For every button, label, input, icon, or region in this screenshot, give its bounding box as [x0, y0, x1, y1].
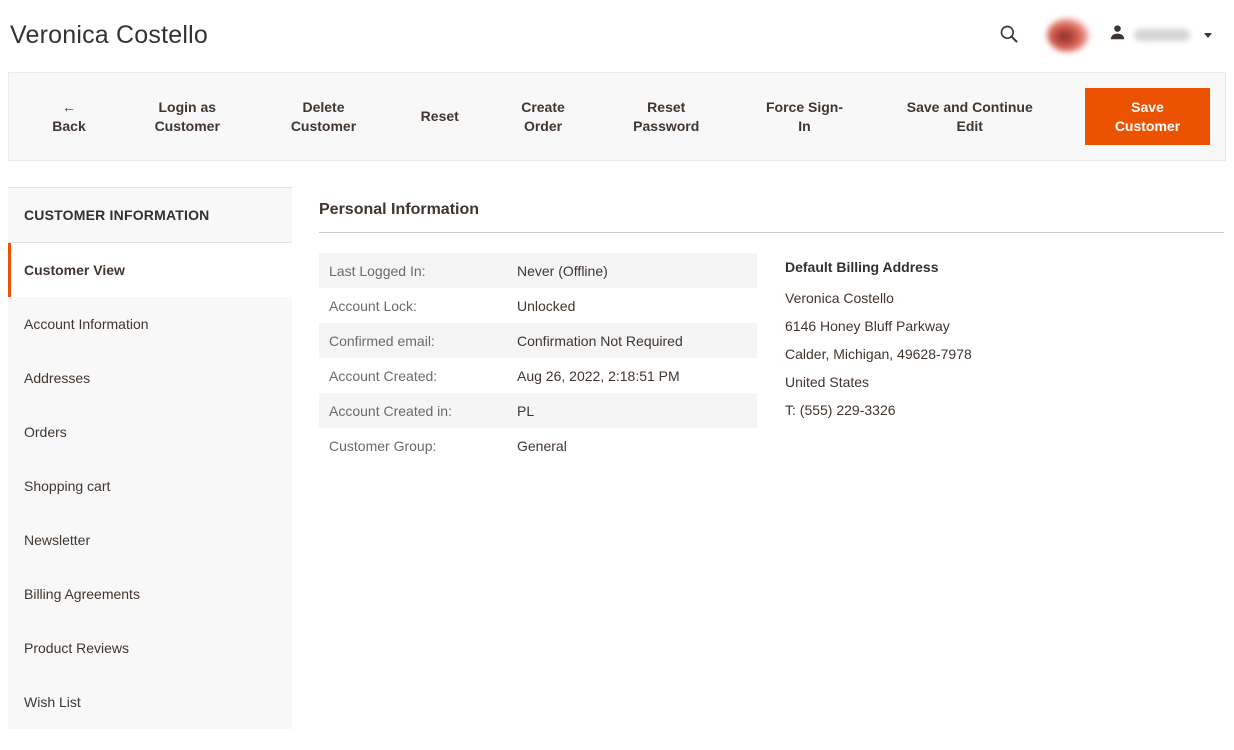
table-row: Confirmed email: Confirmation Not Requir…	[319, 323, 757, 358]
personal-information-table: Last Logged In: Never (Offline) Account …	[319, 253, 757, 463]
row-value: Never (Offline)	[517, 263, 608, 279]
search-button[interactable]	[999, 24, 1019, 47]
table-row: Customer Group: General	[319, 428, 757, 463]
row-value: General	[517, 438, 567, 454]
reset-button[interactable]: Reset	[412, 107, 468, 126]
content-area: CUSTOMER INFORMATION Customer View Accou…	[0, 161, 1234, 729]
force-sign-in-button[interactable]: Force Sign- In	[755, 98, 855, 136]
row-label: Confirmed email:	[319, 333, 517, 349]
customer-view-panel: Personal Information Last Logged In: Nev…	[319, 187, 1224, 463]
login-as-customer-button[interactable]: Login as Customer	[139, 98, 235, 136]
row-label: Account Lock:	[319, 298, 517, 314]
row-label: Account Created in:	[319, 403, 517, 419]
sidebar-item-addresses[interactable]: Addresses	[8, 351, 292, 405]
row-value: Aug 26, 2022, 2:18:51 PM	[517, 368, 680, 384]
sidebar-item-account-information[interactable]: Account Information	[8, 297, 292, 351]
table-row: Account Lock: Unlocked	[319, 288, 757, 323]
sidebar-item-customer-view[interactable]: Customer View	[8, 243, 292, 297]
row-label: Last Logged In:	[319, 263, 517, 279]
account-icon	[1109, 24, 1126, 46]
page-actions-toolbar: ← Back Login as Customer Delete Customer…	[8, 72, 1226, 161]
customer-information-sidebar: CUSTOMER INFORMATION Customer View Accou…	[8, 187, 292, 729]
header-actions	[999, 18, 1212, 52]
row-label: Account Created:	[319, 368, 517, 384]
back-button[interactable]: ← Back	[39, 98, 99, 136]
table-row: Account Created: Aug 26, 2022, 2:18:51 P…	[319, 358, 757, 393]
row-value: Unlocked	[517, 298, 575, 314]
sidebar-item-shopping-cart[interactable]: Shopping cart	[8, 459, 292, 513]
billing-address-heading: Default Billing Address	[785, 259, 972, 275]
billing-address-street: 6146 Honey Bluff Parkway	[785, 312, 972, 340]
table-row: Last Logged In: Never (Offline)	[319, 253, 757, 288]
page-title: Veronica Costello	[10, 21, 999, 50]
sidebar-item-product-reviews[interactable]: Product Reviews	[8, 621, 292, 675]
create-order-button[interactable]: Create Order	[508, 98, 578, 136]
default-billing-address-block: Default Billing Address Veronica Costell…	[785, 253, 972, 463]
search-icon	[999, 24, 1019, 47]
sidebar-heading: CUSTOMER INFORMATION	[8, 188, 292, 243]
billing-address-country: United States	[785, 368, 972, 396]
billing-address-name: Veronica Costello	[785, 284, 972, 312]
billing-address-phone: T: (555) 229-3326	[785, 396, 972, 424]
personal-information-heading: Personal Information	[319, 187, 1224, 233]
delete-customer-button[interactable]: Delete Customer	[276, 98, 372, 136]
account-username-blurred	[1134, 29, 1190, 41]
account-menu[interactable]	[1109, 24, 1212, 46]
reset-password-button[interactable]: Reset Password	[618, 98, 714, 136]
row-value: PL	[517, 403, 534, 419]
row-value: Confirmation Not Required	[517, 333, 683, 349]
save-and-continue-edit-button[interactable]: Save and Continue Edit	[895, 98, 1045, 136]
table-row: Account Created in: PL	[319, 393, 757, 428]
sidebar-item-newsletter[interactable]: Newsletter	[8, 513, 292, 567]
sidebar-item-orders[interactable]: Orders	[8, 405, 292, 459]
sidebar-item-billing-agreements[interactable]: Billing Agreements	[8, 567, 292, 621]
chevron-down-icon	[1204, 33, 1212, 38]
page-header: Veronica Costello	[0, 0, 1234, 70]
row-label: Customer Group:	[319, 438, 517, 454]
billing-address-city: Calder, Michigan, 49628-7978	[785, 340, 972, 368]
sidebar-item-wish-list[interactable]: Wish List	[8, 675, 292, 729]
save-customer-button[interactable]: Save Customer	[1085, 88, 1210, 145]
notifications-icon[interactable]	[1047, 18, 1089, 52]
